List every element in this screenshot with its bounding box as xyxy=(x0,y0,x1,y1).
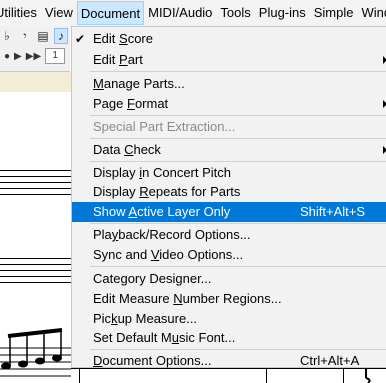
menu-item-label: Display in Concert Pitch xyxy=(93,165,232,180)
toolbar-row-tools: ♭ 𝄾 ▤ ♪ xyxy=(0,28,68,44)
menu-item-label: Document Options... xyxy=(93,353,212,368)
menu-item-label: Playback/Record Options... xyxy=(93,227,251,242)
staff-line xyxy=(0,176,71,177)
menu-separator xyxy=(90,138,386,139)
menu-item-data-check[interactable]: Data Check xyxy=(72,140,386,160)
menu-item-label: Display Repeats for Parts xyxy=(93,184,241,199)
menu-separator xyxy=(90,266,386,267)
menu-item-label: Sync and Video Options... xyxy=(93,247,244,262)
staff-line xyxy=(0,170,71,171)
notes-fragment-icon xyxy=(0,328,71,377)
menu-item-label: Page Format xyxy=(93,96,169,111)
menu-item-label: Manage Parts... xyxy=(93,76,185,91)
menu-item-edit-part[interactable]: Edit Part xyxy=(72,50,386,70)
menu-item-label: Pickup Measure... xyxy=(93,311,198,326)
staff-line xyxy=(0,264,71,265)
menu-item-sync-video-options[interactable]: Sync and Video Options... xyxy=(72,245,386,265)
menu-tools[interactable]: Tools xyxy=(216,0,254,26)
staff-line xyxy=(0,276,71,277)
staff-line xyxy=(0,194,71,195)
flat-tool-icon[interactable]: ♭ xyxy=(0,29,14,43)
menu-item-label: Show Active Layer Only xyxy=(93,204,231,219)
menu-utilities[interactable]: Utilities xyxy=(0,0,41,26)
toolbar-row-playback: ● ▶ ▶▶ 1 xyxy=(4,48,66,64)
menu-item-shortcut: Shift+Alt+S xyxy=(300,204,366,219)
menu-window[interactable]: Window xyxy=(358,0,386,26)
score-canvas[interactable] xyxy=(0,72,71,383)
score-paper-edge xyxy=(0,72,71,92)
menu-midi-audio[interactable]: MIDI/Audio xyxy=(144,0,216,26)
rest-tool-icon[interactable]: 𝄾 xyxy=(18,29,32,44)
menu-item-manage-parts[interactable]: Manage Parts... xyxy=(72,74,386,94)
menu-item-show-active-layer-only[interactable]: Show Active Layer Only Shift+Alt+S xyxy=(72,202,386,222)
menu-item-edit-score[interactable]: ✔ Edit Score xyxy=(72,29,386,49)
measure-field[interactable]: 1 xyxy=(45,48,66,64)
menu-document[interactable]: Document xyxy=(76,1,145,25)
menu-separator xyxy=(90,115,386,116)
checkmark-icon: ✔ xyxy=(75,32,86,46)
document-menu-dropdown: ✔ Edit Score Edit Part Manage Parts... P… xyxy=(71,26,386,368)
toolbar: ♭ 𝄾 ▤ ♪ ● ▶ ▶▶ 1 xyxy=(0,26,70,72)
menu-item-playback-record-options[interactable]: Playback/Record Options... xyxy=(72,225,386,245)
menu-item-label: Special Part Extraction... xyxy=(93,119,236,134)
menu-item-label: Category Designer... xyxy=(93,271,212,286)
menu-item-display-concert-pitch[interactable]: Display in Concert Pitch xyxy=(72,163,386,183)
menu-item-display-repeats-for-parts[interactable]: Display Repeats for Parts xyxy=(72,182,386,202)
staff-line xyxy=(0,282,71,283)
menu-item-set-default-music-font[interactable]: Set Default Music Font... xyxy=(72,328,386,348)
record-icon[interactable]: ● xyxy=(4,51,10,62)
staff-line xyxy=(0,270,71,271)
menu-plug-ins[interactable]: Plug-ins xyxy=(255,0,310,26)
menu-item-label: Edit Score xyxy=(93,31,153,46)
note-tool-icon[interactable]: ♪ xyxy=(54,28,68,44)
menu-bar: Utilities View Document MIDI/Audio Tools… xyxy=(0,0,386,27)
menu-item-shortcut: Ctrl+Alt+A xyxy=(300,353,360,368)
menu-item-special-part-extraction: Special Part Extraction... xyxy=(72,117,386,137)
menu-separator xyxy=(90,223,386,224)
menu-simple[interactable]: Simple xyxy=(310,0,358,26)
menu-separator xyxy=(90,71,386,72)
finale-window: Utilities View Document MIDI/Audio Tools… xyxy=(0,0,386,383)
menu-item-label: Edit Part xyxy=(93,52,143,67)
staff-tool-icon[interactable]: ▤ xyxy=(36,29,50,43)
menu-separator xyxy=(90,349,386,350)
menu-item-edit-measure-number-regions[interactable]: Edit Measure Number Regions... xyxy=(72,289,386,309)
menu-item-category-designer[interactable]: Category Designer... xyxy=(72,269,386,289)
menu-item-pickup-measure[interactable]: Pickup Measure... xyxy=(72,309,386,329)
menu-item-label: Data Check xyxy=(93,142,161,157)
menu-item-label: Edit Measure Number Regions... xyxy=(93,291,282,306)
menu-item-document-options[interactable]: Document Options... Ctrl+Alt+A xyxy=(72,351,386,371)
fast-forward-icon[interactable]: ▶▶ xyxy=(26,51,41,62)
staff-line xyxy=(0,258,71,259)
play-icon[interactable]: ▶ xyxy=(14,51,22,62)
menu-item-label: Set Default Music Font... xyxy=(93,330,236,345)
menu-separator xyxy=(90,161,386,162)
menu-item-page-format[interactable]: Page Format xyxy=(72,94,386,114)
staff-line xyxy=(0,188,71,189)
staff-line xyxy=(0,182,71,183)
menu-view[interactable]: View xyxy=(41,0,77,26)
